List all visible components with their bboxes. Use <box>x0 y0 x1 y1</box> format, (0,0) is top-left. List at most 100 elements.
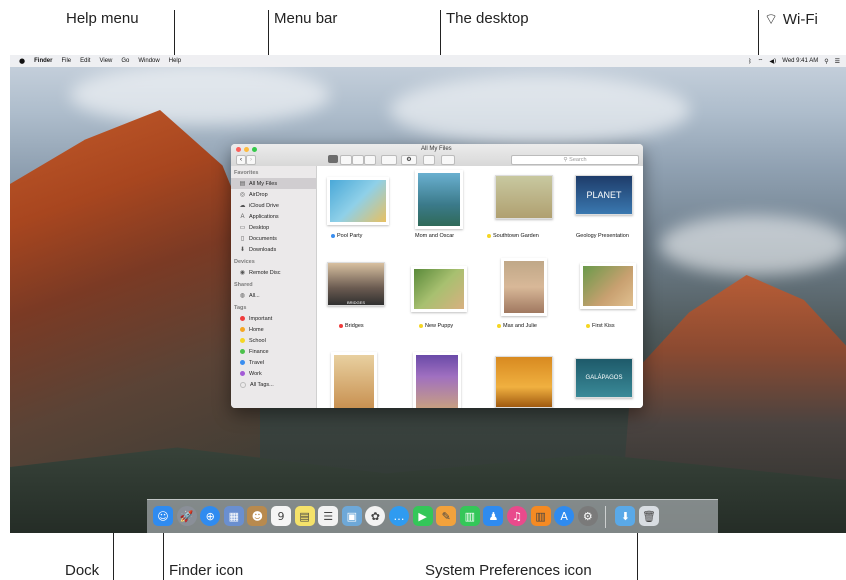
menu-finder[interactable]: Finder <box>34 58 52 64</box>
downloads-folder-icon[interactable]: ⬇ <box>615 506 636 526</box>
status-area: ᛒ ⌔ ◀) Wed 9:41 AM ⚲ ☰ <box>748 55 840 67</box>
sidebar-tag-home[interactable]: Home <box>231 324 316 335</box>
action-gear-icon[interactable]: ⚙ <box>401 155 417 165</box>
keynote-icon[interactable]: ♟ <box>483 506 504 526</box>
file-label[interactable]: Geology Presentation <box>576 233 629 239</box>
file-thumbnail-party-hat[interactable] <box>413 352 461 408</box>
minimize-button[interactable] <box>244 147 249 152</box>
file-thumbnail-galapagos[interactable]: GALÁPAGOS <box>575 358 633 398</box>
file-thumbnail-new-puppy[interactable] <box>411 266 467 312</box>
numbers-icon[interactable]: ▥ <box>459 506 480 526</box>
system-preferences-icon[interactable]: ⚙ <box>577 506 598 526</box>
close-button[interactable] <box>236 147 241 152</box>
apple-menu-icon[interactable]: ● <box>19 57 25 65</box>
photos-icon[interactable]: ✿ <box>365 506 386 526</box>
forward-button[interactable]: › <box>246 155 256 165</box>
file-thumbnail-pool-party[interactable] <box>327 177 389 225</box>
sidebar-item-label: All My Files <box>249 180 278 187</box>
sidebar-tag-finance[interactable]: Finance <box>231 346 316 357</box>
menu-help[interactable]: Help <box>169 58 181 64</box>
file-name: Pool Party <box>337 233 363 239</box>
share-button[interactable] <box>423 155 435 165</box>
sidebar-item-icloud-drive[interactable]: ☁ iCloud Drive <box>231 200 316 211</box>
bluetooth-icon[interactable]: ᛒ <box>748 58 752 65</box>
sidebar-item-all-my-files[interactable]: ▤ All My Files <box>231 178 316 189</box>
file-thumbnail-mom-and-oscar[interactable] <box>415 170 463 229</box>
search-field[interactable]: ⚲ Search <box>511 155 639 165</box>
facetime-icon[interactable]: ▶ <box>412 506 433 526</box>
safari-icon[interactable]: ⊕ <box>200 506 221 526</box>
file-label[interactable]: Max and Julie <box>497 323 537 329</box>
file-label[interactable]: Bridges <box>339 323 364 329</box>
sidebar-tag-travel[interactable]: Travel <box>231 357 316 368</box>
file-thumbnail-first-kiss[interactable] <box>580 263 636 309</box>
finder-icon[interactable]: ☺ <box>153 506 173 526</box>
file-label[interactable]: First Kiss <box>586 323 615 329</box>
cover-flow-button[interactable] <box>364 155 376 165</box>
sidebar-item-applications[interactable]: A Applications <box>231 211 316 222</box>
notification-center-icon[interactable]: ☰ <box>835 58 840 65</box>
app-store-icon[interactable]: A <box>554 506 575 526</box>
tag-dot-icon <box>240 381 246 388</box>
messages-icon[interactable]: … <box>389 506 409 526</box>
sidebar-item-airdrop[interactable]: ◎ AirDrop <box>231 189 316 200</box>
file-label[interactable]: Mom and Oscar <box>415 233 454 239</box>
launchpad-icon[interactable]: 🚀 <box>176 506 197 526</box>
menu-bar-callout: Menu bar <box>274 10 338 27</box>
menu-edit[interactable]: Edit <box>80 58 90 64</box>
contacts-icon[interactable]: ☻ <box>247 506 268 526</box>
sidebar-item-remote-disc[interactable]: ◉ Remote Disc <box>231 267 316 278</box>
mac-desktop[interactable]: ● Finder File Edit View Go Window Help ᛒ… <box>10 55 846 533</box>
reminders-icon[interactable]: ☰ <box>318 506 339 526</box>
sidebar-item-label: Downloads <box>249 246 277 253</box>
tags-button[interactable] <box>441 155 455 165</box>
sidebar-item-shared-all[interactable]: ◍ All... <box>231 290 316 301</box>
file-thumbnail-bridges[interactable]: BRIDGES <box>327 262 385 306</box>
menubar-clock[interactable]: Wed 9:41 AM <box>782 58 818 64</box>
tag-dot-icon <box>419 324 423 328</box>
wifi-icon[interactable]: ⌔ <box>758 57 764 65</box>
notes-icon[interactable]: ▤ <box>294 506 315 526</box>
file-label[interactable]: Pool Party <box>331 233 362 239</box>
sidebar-heading-devices: Devices <box>234 259 255 265</box>
tag-dot-icon <box>240 360 245 365</box>
file-thumbnail-honey[interactable] <box>495 356 553 408</box>
menu-file[interactable]: File <box>61 58 71 64</box>
file-label[interactable]: Southtown Garden <box>487 233 539 239</box>
column-view-button[interactable] <box>352 155 364 165</box>
finder-icon-callout: Finder icon <box>169 562 244 579</box>
finder-window[interactable]: ‹ › All My Files ⚙ ⚲ Search Favorites ▤ A… <box>231 144 643 408</box>
menu-window[interactable]: Window <box>138 58 159 64</box>
zoom-button[interactable] <box>252 147 257 152</box>
sidebar-tag-all-tags[interactable]: All Tags... <box>231 379 316 390</box>
file-thumbnail-geology-presentation[interactable]: PLANET <box>575 175 633 215</box>
menu-view[interactable]: View <box>99 58 112 64</box>
sidebar-item-desktop[interactable]: ▭ Desktop <box>231 222 316 233</box>
list-view-button[interactable] <box>340 155 352 165</box>
volume-icon[interactable]: ◀) <box>769 58 776 65</box>
sidebar-tag-important[interactable]: Important <box>231 313 316 324</box>
file-thumbnail-bread[interactable] <box>331 352 377 408</box>
spotlight-icon[interactable]: ⚲ <box>824 58 828 65</box>
back-button[interactable]: ‹ <box>236 155 246 165</box>
file-thumbnail-southtown-garden[interactable] <box>495 175 553 219</box>
file-label[interactable]: New Puppy <box>419 323 453 329</box>
sidebar-tag-school[interactable]: School <box>231 335 316 346</box>
photo-browser-icon[interactable]: ▦ <box>223 506 244 526</box>
menu-go[interactable]: Go <box>121 58 129 64</box>
sidebar-heading-favorites: Favorites <box>234 170 259 176</box>
calendar-icon[interactable]: 9 <box>271 506 291 526</box>
trash-icon[interactable]: 🗑 <box>639 506 659 526</box>
finder-icon-line <box>163 526 164 580</box>
arrange-button[interactable] <box>381 155 397 165</box>
sidebar-item-downloads[interactable]: ⬇ Downloads <box>231 244 316 255</box>
sidebar-tag-work[interactable]: Work <box>231 368 316 379</box>
sidebar-item-documents[interactable]: ▯ Documents <box>231 233 316 244</box>
pages-icon[interactable]: ✎ <box>436 506 457 526</box>
file-thumbnail-max-and-julie[interactable] <box>501 258 547 316</box>
icon-view-button[interactable] <box>328 155 338 163</box>
itunes-icon[interactable]: ♫ <box>507 506 527 526</box>
ibooks-icon[interactable]: ▥ <box>530 506 551 526</box>
preview-icon[interactable]: ▣ <box>341 506 362 526</box>
tag-dot-icon <box>497 324 501 328</box>
